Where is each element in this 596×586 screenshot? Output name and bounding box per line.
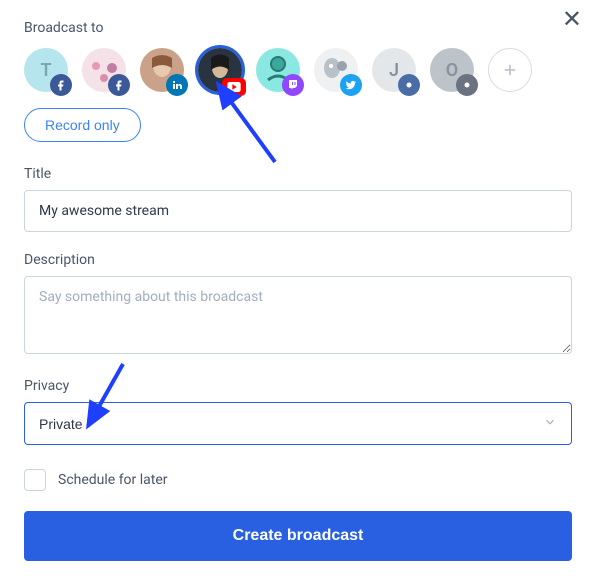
privacy-select[interactable]: Private [24, 402, 572, 445]
youtube-icon [222, 78, 246, 96]
twitch-icon [282, 74, 304, 96]
destination-avatar-6[interactable]: J [372, 48, 416, 92]
add-destination-button[interactable] [488, 48, 532, 92]
destination-avatar-4[interactable] [256, 48, 300, 92]
chevron-down-icon [543, 415, 557, 432]
twitter-icon [340, 74, 362, 96]
create-broadcast-button[interactable]: Create broadcast [24, 511, 572, 561]
description-input[interactable] [24, 276, 572, 354]
destination-avatar-5[interactable] [314, 48, 358, 92]
destination-avatar-7[interactable]: O [430, 48, 474, 92]
privacy-selected-value: Private [39, 416, 83, 432]
title-label: Title [24, 166, 572, 182]
schedule-label: Schedule for later [58, 472, 168, 488]
plus-icon [488, 48, 532, 92]
destination-avatar-1[interactable] [82, 48, 126, 92]
schedule-row: Schedule for later [24, 469, 572, 491]
privacy-label: Privacy [24, 378, 572, 394]
close-icon: ✕ [562, 6, 582, 33]
destination-avatar-2[interactable] [140, 48, 184, 92]
description-label: Description [24, 252, 572, 268]
platform-icon [456, 74, 478, 96]
destination-avatars: T JO [24, 48, 572, 92]
record-only-button[interactable]: Record only [24, 108, 141, 142]
facebook-icon [50, 74, 72, 96]
destination-avatar-0[interactable]: T [24, 48, 68, 92]
facebook-icon [108, 74, 130, 96]
platform-icon [398, 74, 420, 96]
linkedin-icon [166, 74, 188, 96]
destination-avatar-3[interactable] [198, 48, 242, 92]
title-input[interactable] [24, 190, 572, 232]
close-button[interactable]: ✕ [562, 8, 582, 32]
broadcast-to-label: Broadcast to [24, 20, 572, 36]
schedule-checkbox[interactable] [24, 469, 46, 491]
